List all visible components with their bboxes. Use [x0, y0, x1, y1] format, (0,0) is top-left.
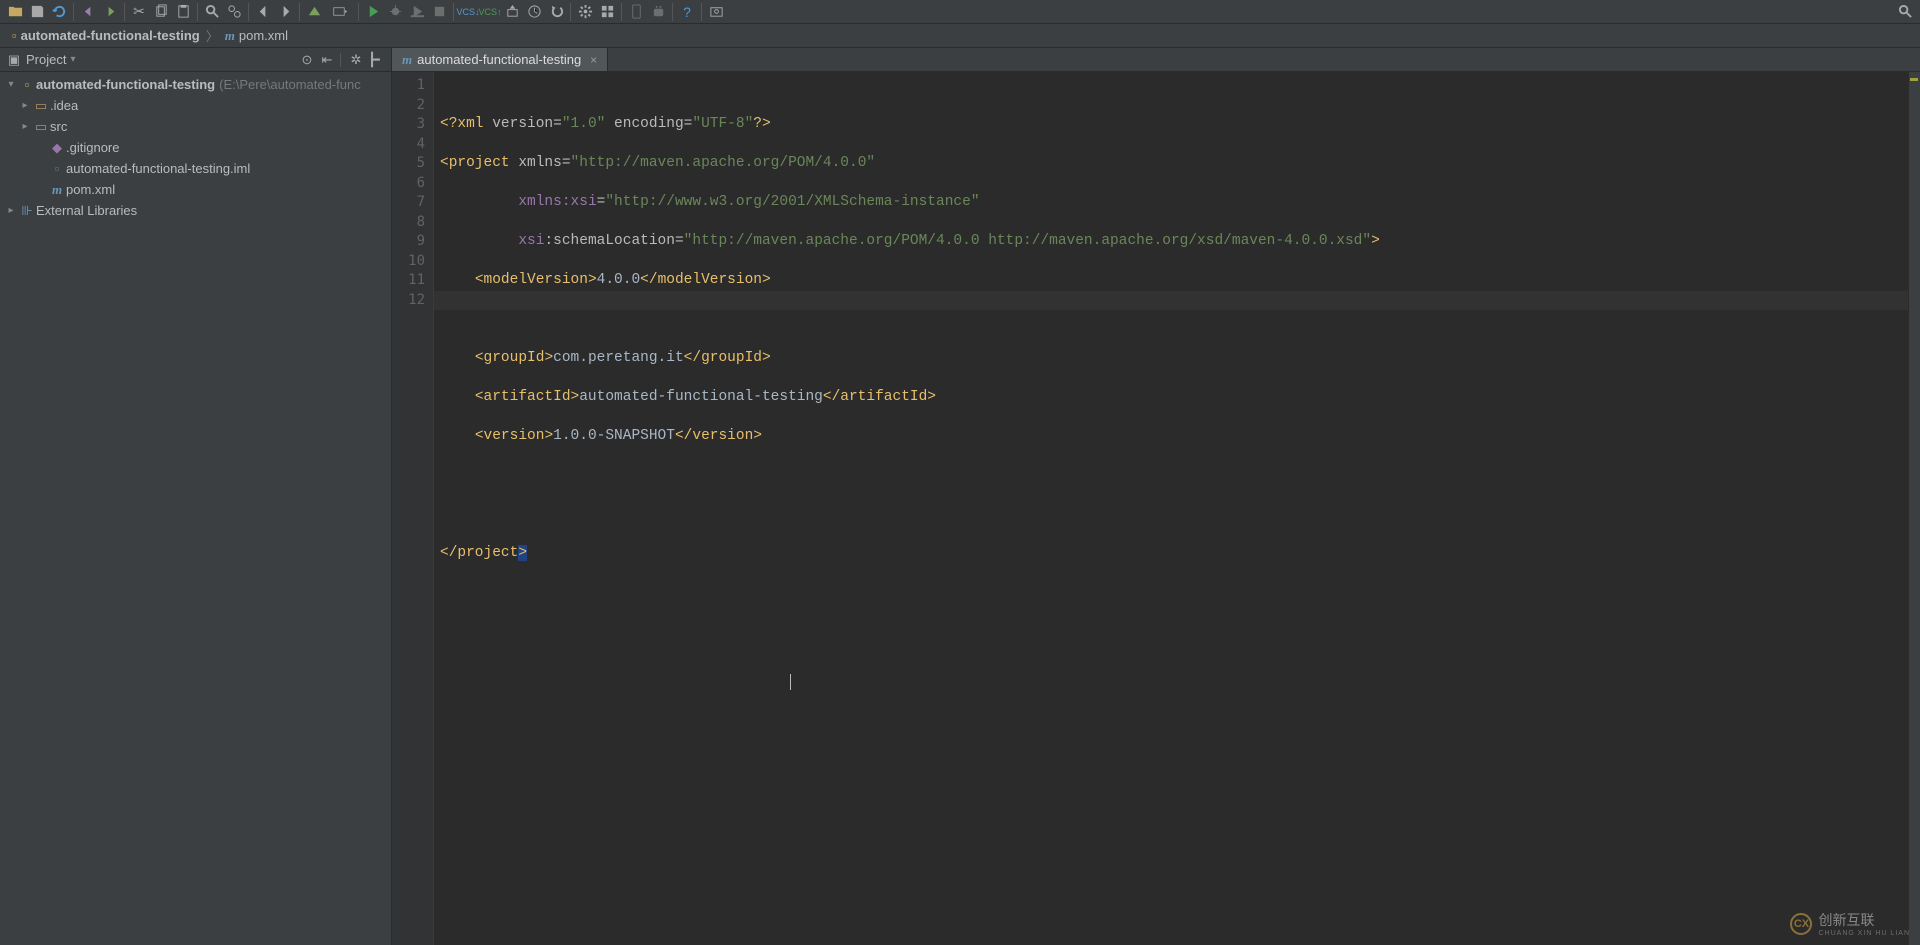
tree-root[interactable]: ▾ ▫ automated-functional-testing (E:\Per…: [0, 74, 391, 95]
redo-icon[interactable]: [99, 1, 121, 23]
debug-icon[interactable]: [384, 1, 406, 23]
vcs-update-icon[interactable]: VCS↓: [457, 1, 479, 23]
help-icon[interactable]: ?: [676, 1, 698, 23]
replace-icon[interactable]: [223, 1, 245, 23]
project-sidebar-header: ▣ Project ▾ ⊙ ⇤ ✲ ┣╸: [0, 48, 391, 72]
project-view-icon: ▣: [6, 52, 22, 68]
library-icon: ⊪: [18, 203, 36, 219]
error-stripe[interactable]: [1908, 72, 1920, 945]
expand-arrow-icon[interactable]: ▸: [4, 205, 18, 216]
maven-file-icon: m: [402, 52, 412, 68]
gitignore-icon: ◆: [48, 140, 66, 156]
cut-icon[interactable]: ✂: [128, 1, 150, 23]
expand-arrow-icon[interactable]: ▸: [18, 121, 32, 132]
settings-icon[interactable]: [574, 1, 596, 23]
tree-item-label: automated-functional-testing.iml: [66, 161, 250, 176]
tree-item-idea[interactable]: ▸ ▭ .idea: [0, 95, 391, 116]
editor-tab-pom[interactable]: m automated-functional-testing ×: [392, 48, 608, 71]
refresh-icon[interactable]: [48, 1, 70, 23]
screenshot-icon[interactable]: [705, 1, 727, 23]
maven-file-icon: m: [225, 28, 235, 44]
run-icon[interactable]: [362, 1, 384, 23]
gear-icon[interactable]: ✲: [347, 51, 365, 69]
stop-icon[interactable]: [428, 1, 450, 23]
folder-icon: ▫: [12, 28, 17, 43]
text-cursor: [790, 674, 791, 690]
folder-icon: ▭: [32, 98, 50, 114]
watermark-text: 创新互联: [1818, 910, 1910, 930]
code-editor[interactable]: <?xml version="1.0" encoding="UTF-8"?> <…: [434, 72, 1908, 945]
tree-root-label: automated-functional-testing: [36, 77, 215, 92]
build-icon[interactable]: [303, 1, 325, 23]
editor-tabs: m automated-functional-testing ×: [392, 48, 1920, 72]
chevron-down-icon[interactable]: ▾: [70, 54, 75, 65]
watermark-sub: CHUANG XIN HU LIAN: [1818, 930, 1910, 937]
avd-icon[interactable]: [625, 1, 647, 23]
undo-icon[interactable]: [77, 1, 99, 23]
copy-icon[interactable]: [150, 1, 172, 23]
watermark: CX 创新互联 CHUANG XIN HU LIAN: [1790, 910, 1910, 937]
tree-item-label: src: [50, 119, 67, 134]
tree-item-gitignore[interactable]: ◆ .gitignore: [0, 137, 391, 158]
save-icon[interactable]: [26, 1, 48, 23]
breadcrumb-file-label: pom.xml: [239, 28, 288, 43]
tree-item-label: External Libraries: [36, 203, 137, 218]
breadcrumb-project-label: automated-functional-testing: [21, 28, 200, 43]
watermark-logo-icon: CX: [1790, 913, 1812, 935]
search-everywhere-icon[interactable]: [1894, 1, 1916, 23]
project-tree: ▾ ▫ automated-functional-testing (E:\Per…: [0, 72, 391, 945]
breadcrumb-project[interactable]: ▫ automated-functional-testing: [8, 28, 204, 43]
expand-arrow-icon[interactable]: ▾: [4, 79, 18, 90]
maven-file-icon: m: [48, 182, 66, 198]
expand-arrow-icon[interactable]: ▸: [18, 100, 32, 111]
main-toolbar: ✂ VCS↓ VCS↑ ?: [0, 0, 1920, 24]
project-sidebar: ▣ Project ▾ ⊙ ⇤ ✲ ┣╸ ▾ ▫ automated-funct…: [0, 48, 392, 945]
folder-icon: ▭: [32, 119, 50, 135]
tree-item-label: .idea: [50, 98, 78, 113]
forward-icon[interactable]: [274, 1, 296, 23]
iml-icon: ▫: [48, 161, 66, 176]
vcs-history-icon[interactable]: [523, 1, 545, 23]
close-icon[interactable]: ×: [590, 53, 597, 67]
tree-root-path: (E:\Pere\automated-func: [219, 77, 361, 92]
collapse-all-icon[interactable]: ⇤: [318, 51, 336, 69]
select-run-config-icon[interactable]: [325, 1, 355, 23]
breadcrumb-file[interactable]: m pom.xml: [221, 28, 292, 44]
tree-item-pom[interactable]: m pom.xml: [0, 179, 391, 200]
tree-item-label: .gitignore: [66, 140, 119, 155]
open-icon[interactable]: [4, 1, 26, 23]
warning-marker[interactable]: [1910, 78, 1918, 81]
module-icon: ▫: [18, 77, 36, 92]
run-coverage-icon[interactable]: [406, 1, 428, 23]
editor-tab-label: automated-functional-testing: [417, 52, 581, 67]
editor-area: m automated-functional-testing × 1234567…: [392, 48, 1920, 945]
vcs-commit-icon[interactable]: VCS↑: [479, 1, 501, 23]
find-icon[interactable]: [201, 1, 223, 23]
android-icon[interactable]: [647, 1, 669, 23]
hide-icon[interactable]: ┣╸: [367, 51, 385, 69]
back-icon[interactable]: [252, 1, 274, 23]
project-view-title[interactable]: Project: [26, 52, 66, 67]
tree-external-libraries[interactable]: ▸ ⊪ External Libraries: [0, 200, 391, 221]
tree-item-label: pom.xml: [66, 182, 115, 197]
vcs-revert-icon[interactable]: [545, 1, 567, 23]
paste-icon[interactable]: [172, 1, 194, 23]
line-gutter[interactable]: 123456789101112: [392, 72, 434, 945]
scroll-from-source-icon[interactable]: ⊙: [298, 51, 316, 69]
vcs-push-icon[interactable]: [501, 1, 523, 23]
breadcrumb-separator: 〉: [204, 26, 221, 45]
structure-icon[interactable]: [596, 1, 618, 23]
breadcrumb-bar: ▫ automated-functional-testing 〉 m pom.x…: [0, 24, 1920, 48]
tree-item-iml[interactable]: ▫ automated-functional-testing.iml: [0, 158, 391, 179]
tree-item-src[interactable]: ▸ ▭ src: [0, 116, 391, 137]
